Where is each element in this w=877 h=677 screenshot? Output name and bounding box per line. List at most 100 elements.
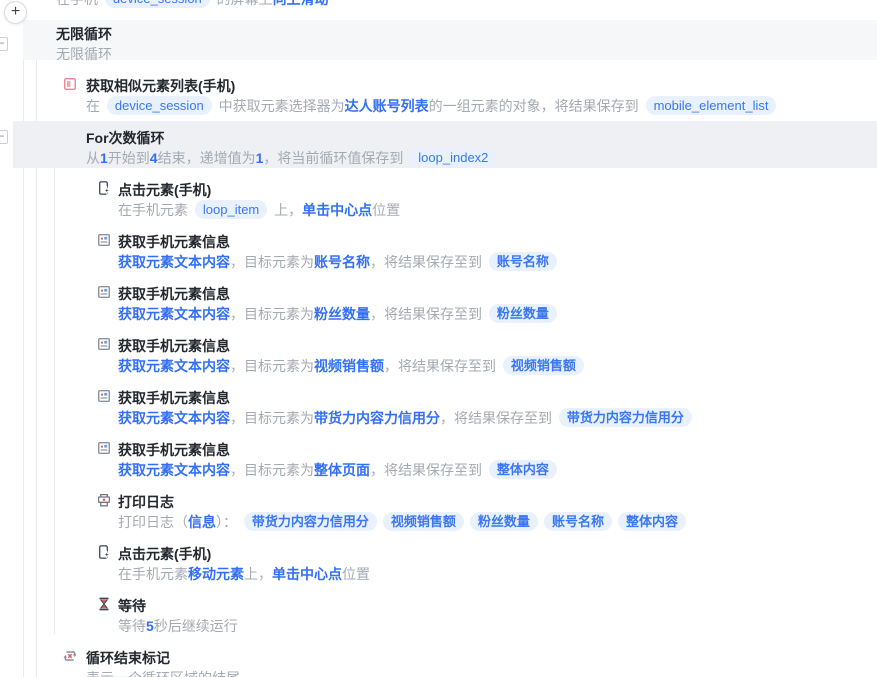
step-description: 获取元素文本内容，目标元素为粉丝数量，将结果保存至到 粉丝数量 — [118, 304, 560, 324]
desc-text: ，将结果保存至到 — [370, 254, 486, 270]
phone-element-info-icon — [96, 388, 112, 404]
step-text: 获取手机元素信息 获取元素文本内容，目标元素为粉丝数量，将结果保存至到 粉丝数量 — [118, 284, 560, 324]
desc-text: 等待 — [118, 618, 146, 634]
variable-pill[interactable]: 粉丝数量 — [469, 512, 538, 531]
value-token[interactable]: 5 — [146, 618, 154, 634]
step-title: 打印日志 — [118, 494, 174, 510]
parameter-token[interactable]: 达人账号列表 — [345, 98, 429, 114]
variable-pill[interactable]: device_session — [104, 0, 210, 8]
step-description: 无限循环 — [56, 44, 112, 64]
desc-text: ，目标元素为 — [230, 462, 314, 478]
desc-text: 无限循环 — [56, 46, 112, 62]
step-title: 无限循环 — [56, 26, 112, 42]
click-element-phone-icon — [96, 180, 112, 196]
step-title: 获取手机元素信息 — [118, 234, 230, 250]
variable-pill[interactable]: 视频销售额 — [502, 356, 584, 375]
desc-text: ，目标元素为 — [230, 410, 314, 426]
indent-guide-line — [54, 168, 55, 634]
step-title: 获取手机元素信息 — [118, 286, 230, 302]
phone-element-info-icon — [96, 440, 112, 456]
parameter-token[interactable]: 账号名称 — [314, 254, 370, 270]
step-description: 从1开始到4结束，递增值为1，将当前循环值保存到 loop_index2 — [86, 148, 499, 168]
step-description: 获取元素文本内容，目标元素为账号名称，将结果保存至到 账号名称 — [118, 252, 560, 272]
step-text: 点击元素(手机) 在手机元素 loop_item 上，单击中心点位置 — [118, 180, 400, 220]
desc-text: ，将结果保存至到 — [384, 358, 500, 374]
step-title: 循环结束标记 — [86, 650, 170, 666]
collapse-toggle[interactable]: − — [0, 37, 8, 51]
desc-text: 中获取元素选择器为 — [214, 98, 345, 114]
click-element-phone-icon — [96, 544, 112, 560]
step-title: 点击元素(手机) — [118, 546, 212, 562]
parameter-token[interactable]: 获取元素文本内容 — [118, 410, 230, 426]
variable-pill[interactable]: loop_index2 — [410, 148, 497, 167]
step-text: 点击元素(手机) 在手机元素移动元素上，单击中心点位置 — [118, 544, 370, 584]
parameter-token[interactable]: 粉丝数量 — [314, 306, 370, 322]
variable-pill[interactable]: device_session — [106, 96, 212, 115]
desc-text: 结束，递增值为 — [157, 150, 256, 166]
variable-pill[interactable]: mobile_element_list — [645, 96, 777, 115]
step-text: 打印日志打印日志（信息）： 带货力内容力信用分 视频销售额 粉丝数量 账号名称 整体内容 — [118, 492, 689, 532]
parameter-token[interactable]: 单击中心点 — [272, 566, 342, 582]
desc-text: 的屏幕上 — [213, 0, 273, 7]
collapse-toggle[interactable]: − — [0, 130, 8, 144]
workflow-canvas: 在手机 device_session 的屏幕上向上滑动 + − − ∞无限循环无… — [0, 0, 877, 677]
parameter-token[interactable]: 整体页面 — [314, 462, 370, 478]
desc-text: 开始到 — [107, 150, 150, 166]
variable-pill[interactable]: 整体内容 — [488, 460, 557, 479]
desc-text: 秒后继续运行 — [153, 618, 238, 634]
desc-text: ）： — [216, 514, 241, 530]
variable-pill[interactable]: loop_item — [194, 200, 268, 219]
variable-pill[interactable]: 账号名称 — [543, 512, 612, 531]
step-title: 获取手机元素信息 — [118, 338, 230, 354]
parameter-token[interactable]: 获取元素文本内容 — [118, 254, 230, 270]
step-title: 获取手机元素信息 — [118, 390, 230, 406]
desc-text: ，将结果保存至到 — [440, 410, 556, 426]
variable-pill[interactable]: 带货力内容力信用分 — [558, 408, 692, 427]
desc-text: ，将结果保存至到 — [370, 306, 486, 322]
desc-text: 打印日志（ — [118, 514, 188, 530]
parameter-token[interactable]: 获取元素文本内容 — [118, 462, 230, 478]
step-text: 获取手机元素信息 获取元素文本内容，目标元素为视频销售额，将结果保存至到 视频销售… — [118, 336, 587, 376]
value-token[interactable]: 4 — [150, 150, 158, 166]
desc-text: ，将结果保存至到 — [370, 462, 486, 478]
desc-text: 在手机元素 — [118, 202, 192, 218]
add-step-button[interactable]: + — [4, 1, 27, 24]
desc-text: ，目标元素为 — [230, 254, 314, 270]
desc-text: 上， — [270, 202, 303, 218]
step-text: 获取相似元素列表(手机) 在 device_session 中获取元素选择器为达人… — [86, 76, 779, 116]
step-text: 获取手机元素信息 获取元素文本内容，目标元素为带货力内容力信用分，将结果保存至到 … — [118, 388, 695, 428]
previous-step-desc-partial: 在手机 device_session 的屏幕上向上滑动 — [56, 0, 329, 9]
desc-text: 表示一个循环区域的结尾 — [86, 670, 240, 677]
parameter-token[interactable]: 信息 — [188, 514, 216, 530]
parameter-token[interactable]: 获取元素文本内容 — [118, 358, 230, 374]
variable-pill[interactable]: 粉丝数量 — [488, 304, 557, 323]
parameter-token[interactable]: 单击中心点 — [302, 202, 372, 218]
desc-text: 位置 — [342, 566, 370, 582]
desc-text: ，目标元素为 — [230, 306, 314, 322]
desc-text: ，将当前循环值保存到 — [263, 150, 408, 166]
desc-text: 从 — [86, 150, 100, 166]
parameter-token[interactable]: 移动元素 — [188, 566, 244, 582]
phone-element-info-icon — [96, 232, 112, 248]
variable-pill[interactable]: 账号名称 — [488, 252, 557, 271]
print-log-icon — [96, 492, 112, 508]
variable-pill[interactable]: 带货力内容力信用分 — [243, 512, 377, 531]
variable-pill[interactable]: 整体内容 — [617, 512, 686, 531]
step-description: 获取元素文本内容，目标元素为整体页面，将结果保存至到 整体内容 — [118, 460, 560, 480]
parameter-token[interactable]: 获取元素文本内容 — [118, 306, 230, 322]
step-description: 在手机元素移动元素上，单击中心点位置 — [118, 564, 370, 584]
step-description: 在手机元素 loop_item 上，单击中心点位置 — [118, 200, 400, 220]
phone-element-info-icon — [96, 284, 112, 300]
parameter-token[interactable]: 带货力内容力信用分 — [314, 410, 440, 426]
step-title: 获取手机元素信息 — [118, 442, 230, 458]
parameter-token[interactable]: 向上滑动 — [273, 0, 329, 7]
block-row-highlight — [23, 20, 877, 60]
value-token[interactable]: 1 — [100, 150, 108, 166]
variable-pill[interactable]: 视频销售额 — [382, 512, 464, 531]
step-text: 获取手机元素信息 获取元素文本内容，目标元素为账号名称，将结果保存至到 账号名称 — [118, 232, 560, 272]
parameter-token[interactable]: 视频销售额 — [314, 358, 384, 374]
desc-text: 上， — [244, 566, 272, 582]
desc-text: ，目标元素为 — [230, 358, 314, 374]
similar-elements-icon — [62, 76, 78, 92]
step-description: 打印日志（信息）： 带货力内容力信用分 视频销售额 粉丝数量 账号名称 整体内容 — [118, 512, 689, 532]
